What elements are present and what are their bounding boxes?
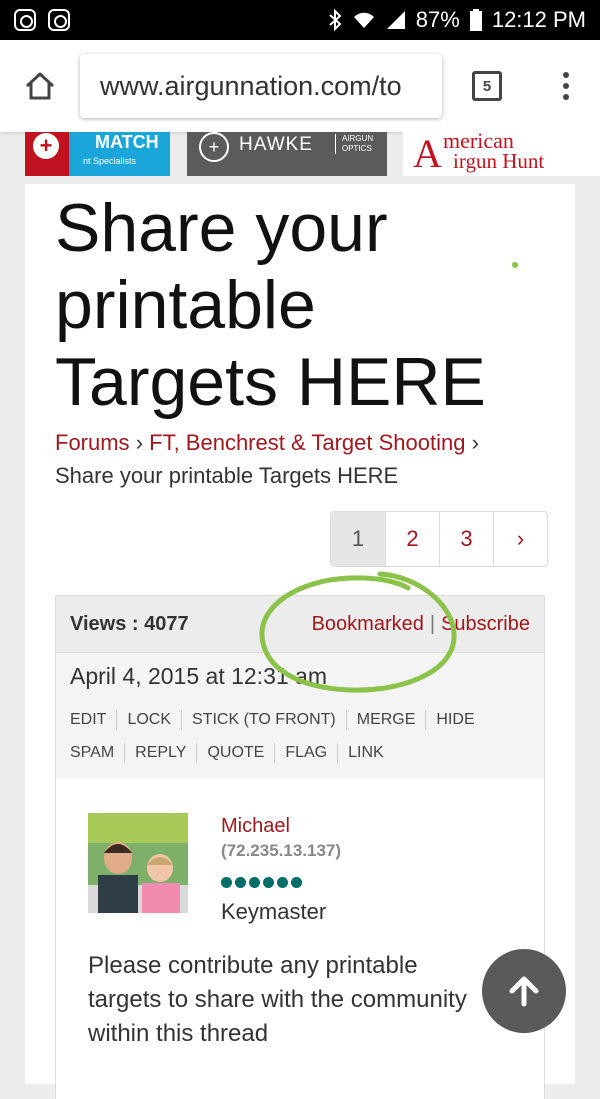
action-reply[interactable]: REPLY <box>124 743 196 763</box>
link-divider: | <box>429 612 436 635</box>
breadcrumb-separator: › <box>135 430 144 455</box>
scroll-to-top-button[interactable] <box>482 949 566 1033</box>
page-title: Share your printable Targets HERE <box>55 190 486 420</box>
action-stick[interactable]: STICK (TO FRONT) <box>181 710 346 730</box>
post-body: Please contribute any printable targets … <box>88 952 467 1047</box>
action-quote[interactable]: QUOTE <box>196 743 274 763</box>
instagram-icon <box>14 9 36 31</box>
post-date: April 4, 2015 at 12:31 am <box>70 663 327 689</box>
action-merge[interactable]: MERGE <box>345 710 426 730</box>
sponsor-banners: + MATCH nt Specialists + HAWKE AIRGUN OPT… <box>0 132 600 178</box>
ad-initial: A <box>413 132 442 176</box>
action-edit[interactable]: EDIT <box>70 710 116 730</box>
browser-toolbar: www.airgunnation.com/to 5 <box>0 40 600 132</box>
admin-actions: EDIT LOCK STICK (TO FRONT) MERGE HIDE SPAM RE… <box>70 703 540 769</box>
arrow-up-icon <box>509 976 539 1007</box>
post: Michael (72.235.13.137) Keymaster Please… <box>55 779 545 1099</box>
battery-percent: 87% <box>415 7 460 32</box>
home-button[interactable] <box>0 71 80 101</box>
breadcrumb-category[interactable]: FT, Benchrest & Target Shooting <box>149 430 465 455</box>
ad-subtitle: irgun Hunt <box>453 149 545 173</box>
pagination: 1 2 3 › <box>330 511 548 567</box>
sponsor-banner-hawke[interactable]: + HAWKE AIRGUN OPTICS <box>187 132 387 176</box>
tab-switcher-button[interactable]: 5 <box>442 71 532 101</box>
wifi-icon <box>353 12 374 28</box>
page-1-button[interactable]: 1 <box>331 512 385 566</box>
author-name[interactable]: Michael <box>221 815 290 838</box>
rank-dots <box>221 877 302 888</box>
action-link[interactable]: LINK <box>337 743 394 763</box>
instagram-icon <box>48 9 70 31</box>
overflow-menu-button[interactable] <box>532 72 600 100</box>
hawke-logo-icon: + <box>199 132 229 162</box>
views-count: Views : 4077 <box>70 612 189 635</box>
ad-title: MATCH <box>95 132 159 152</box>
breadcrumb: Forums › FT, Benchrest & Target Shooting… <box>55 426 555 492</box>
more-vert-icon <box>563 72 569 78</box>
clock: 12:12 PM <box>491 7 586 32</box>
tab-count: 5 <box>472 71 502 101</box>
post-meta: April 4, 2015 at 12:31 am EDIT LOCK STICK … <box>55 653 545 779</box>
url-text: www.airgunnation.com/to <box>100 70 402 101</box>
status-bar: 87% 12:12 PM <box>0 0 600 40</box>
bookmarked-link[interactable]: Bookmarked <box>312 613 424 635</box>
battery-icon <box>469 9 482 31</box>
ad-title: HAWKE <box>239 134 313 155</box>
sponsor-banner-match[interactable]: + MATCH nt Specialists <box>25 132 170 176</box>
sponsor-banner-american-airgun-hunter[interactable]: A merican irgun Hunt <box>403 132 600 176</box>
signal-icon <box>386 11 405 29</box>
breadcrumb-forums[interactable]: Forums <box>55 430 130 455</box>
url-bar[interactable]: www.airgunnation.com/to <box>80 54 442 118</box>
bluetooth-icon <box>329 9 342 31</box>
avatar[interactable] <box>88 813 188 913</box>
breadcrumb-separator: › <box>471 430 479 455</box>
subscribe-link[interactable]: Subscribe <box>441 613 530 635</box>
page-3-button[interactable]: 3 <box>439 512 493 566</box>
action-flag[interactable]: FLAG <box>274 743 337 763</box>
ad-subtitle: nt Specialists <box>83 156 137 166</box>
author-role: Keymaster <box>221 899 327 924</box>
annotation-dot <box>512 262 518 268</box>
action-spam[interactable]: SPAM <box>70 743 124 763</box>
next-page-button[interactable]: › <box>493 512 547 566</box>
topic-header: Views : 4077 Bookmarked | Subscribe <box>55 595 545 653</box>
plus-icon: + <box>33 133 59 159</box>
content-card: Share your printable Targets HERE Forums… <box>25 184 575 1099</box>
breadcrumb-current: Share your printable Targets HERE <box>55 463 399 488</box>
action-lock[interactable]: LOCK <box>116 710 181 730</box>
page-2-button[interactable]: 2 <box>385 512 439 566</box>
ad-subtitle: AIRGUN OPTICS <box>335 134 373 154</box>
home-icon <box>25 72 55 100</box>
action-hide[interactable]: HIDE <box>425 710 484 730</box>
author-ip: (72.235.13.137) <box>221 841 342 860</box>
